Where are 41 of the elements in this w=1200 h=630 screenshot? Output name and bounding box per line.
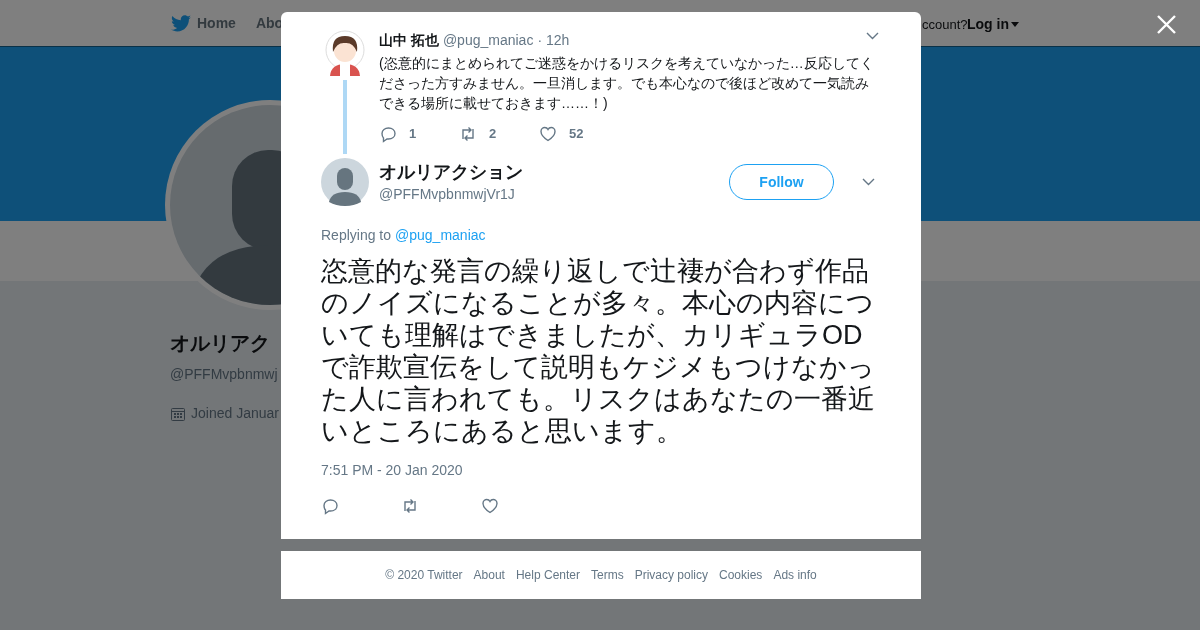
login-button[interactable]: Log in [967, 14, 1019, 35]
account-prompt: ccount? [922, 16, 968, 34]
bird-icon [171, 14, 191, 32]
heart-icon[interactable] [481, 497, 499, 515]
footer-link[interactable]: Ads info [773, 566, 817, 584]
author-handle[interactable]: @PFFMvpbnmwjVr1J [379, 183, 719, 205]
tweet-time[interactable]: · 12h [537, 30, 570, 51]
retweet-icon[interactable] [401, 497, 419, 515]
mention-link[interactable]: @pug_maniac [395, 225, 486, 246]
action-count: 1 [409, 125, 417, 144]
calendar-icon [170, 405, 186, 422]
chevron-down-icon[interactable] [866, 32, 879, 40]
author-name[interactable]: オルリアクション [379, 159, 719, 184]
footer-link[interactable]: Cookies [719, 566, 763, 584]
caret-icon [1011, 22, 1019, 27]
action-count: 52 [569, 125, 584, 144]
profile-name: オルリアク [170, 331, 271, 356]
replying-label: Replying to [321, 226, 392, 245]
footer-link[interactable]: About [473, 566, 505, 584]
reply-icon[interactable] [379, 125, 397, 143]
retweet-icon[interactable] [459, 125, 477, 143]
footer-link[interactable]: Privacy policy [634, 566, 708, 584]
action-count: 2 [489, 125, 497, 144]
nav-link[interactable]: Abo [255, 12, 284, 34]
footer-link[interactable]: Help Center [515, 566, 580, 584]
profile-handle: @PFFMvpbnmwj [170, 365, 279, 384]
chevron-down-icon[interactable] [862, 178, 875, 186]
avatar-icon[interactable] [321, 158, 369, 206]
avatar-drawing [325, 30, 365, 78]
close-icon[interactable] [1157, 15, 1176, 34]
joined-date: Joined Januar [191, 404, 279, 423]
copyright-notice: © 2020 Twitter [385, 567, 463, 584]
tweet-timestamp: 7:51 PM - 20 Jan 2020 [321, 461, 464, 480]
heart-icon[interactable] [539, 125, 557, 143]
author-name[interactable]: 山中 拓也 [379, 30, 439, 51]
reply-icon[interactable] [321, 497, 339, 515]
tweet-text: (恣意的にまとめられてご迷惑をかけるリスクを考えていなかった…反応してくださった方すみません。一旦消します。でも本心なので後ほど改めて一気読みできる場所に載せておきます……！) [379, 54, 875, 113]
tweet-text: 恣意的な発言の繰り返しで辻褄が合わず作品のノイズになることが多々。本心の内容についても理解はできましたが、カリギュラODで詐欺宣伝をして説明もケジメもつけなかった人に言われても。リスクはあなたの一番近いところにあると思います。 [321, 255, 876, 447]
footer-link[interactable]: Terms [591, 566, 624, 584]
author-handle[interactable]: @pug_maniac [442, 30, 534, 51]
nav-link[interactable]: Home [171, 12, 236, 34]
